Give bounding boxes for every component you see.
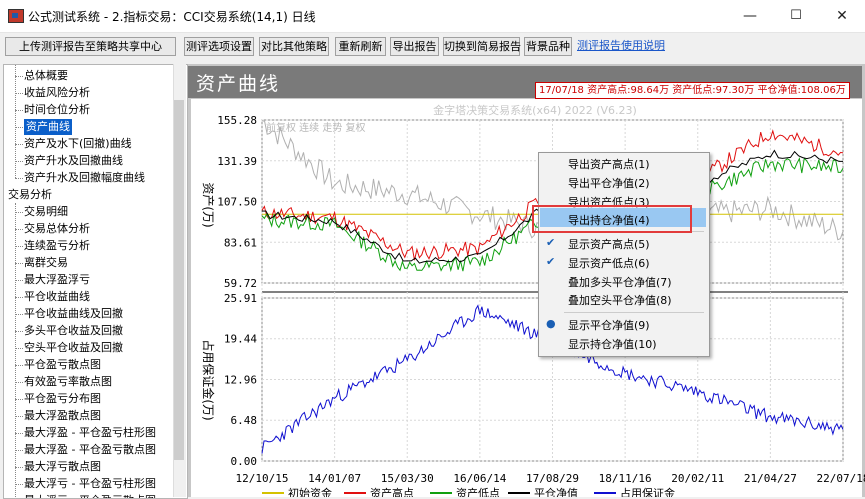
x-tick-label: 14/01/07: [308, 472, 361, 485]
lower-y-tick-label: 25.91: [224, 292, 257, 305]
highlight-annotation-box: [532, 205, 692, 233]
context-menu-item[interactable]: 显示平仓净值(9): [568, 317, 650, 333]
asset-curve-chart[interactable]: 155.28 131.39 107.50 83.61 59.72 25.91 19.44 12…: [0, 0, 865, 497]
upper-y-axis-label: 资产(万): [201, 182, 215, 227]
legend-label: 占用保证金: [620, 486, 675, 497]
lower-y-tick-label: 0.00: [231, 455, 258, 468]
context-menu-item[interactable]: 叠加多头平仓净值(7): [568, 274, 672, 290]
context-menu-item[interactable]: 导出资产高点(1): [568, 156, 650, 172]
lower-y-tick-label: 19.44: [224, 333, 257, 346]
legend-label: 资产高点: [370, 486, 414, 497]
legend-label: 资产低点: [456, 486, 500, 497]
context-menu-item[interactable]: 显示资产低点(6): [568, 255, 650, 271]
upper-y-tick-label: 107.50: [217, 196, 257, 209]
lower-y-axis-label: 占用保证金(万): [201, 339, 216, 420]
lower-y-tick-label: 6.48: [231, 414, 258, 427]
lower-y-tick-label: 12.96: [224, 373, 257, 386]
context-menu-item[interactable]: 显示资产高点(5): [568, 236, 650, 252]
context-menu-item[interactable]: 导出平仓净值(2): [568, 175, 650, 191]
radio-dot-icon: ●: [546, 317, 556, 330]
x-tick-label: 16/06/14: [453, 472, 506, 485]
check-icon: ✔: [546, 255, 556, 268]
menu-separator: [564, 312, 704, 313]
legend-label: 平仓净值: [534, 486, 578, 497]
x-tick-label: 20/02/11: [671, 472, 724, 485]
x-tick-label: 15/03/30: [381, 472, 434, 485]
x-tick-label: 21/04/27: [744, 472, 797, 485]
chart-series-mode-label: 前复权 连续 走势 复权: [266, 121, 366, 134]
context-menu-item[interactable]: 显示持仓净值(10): [568, 336, 657, 352]
upper-y-tick-label: 155.28: [217, 114, 257, 127]
upper-y-tick-label: 83.61: [224, 236, 257, 249]
x-tick-label: 22/07/18: [817, 472, 865, 485]
x-tick-label: 17/08/29: [526, 472, 579, 485]
x-tick-label: 12/10/15: [236, 472, 289, 485]
upper-y-tick-label: 131.39: [217, 155, 257, 168]
x-tick-label: 18/11/16: [599, 472, 652, 485]
context-menu-item[interactable]: 叠加空头平仓净值(8): [568, 292, 672, 308]
check-icon: ✔: [546, 236, 556, 249]
upper-y-tick-label: 59.72: [224, 277, 257, 290]
legend-label: 初始资金: [288, 486, 332, 497]
chart-watermark: 金字塔决策交易系统(x64) 2022 (V6.23): [433, 103, 637, 117]
